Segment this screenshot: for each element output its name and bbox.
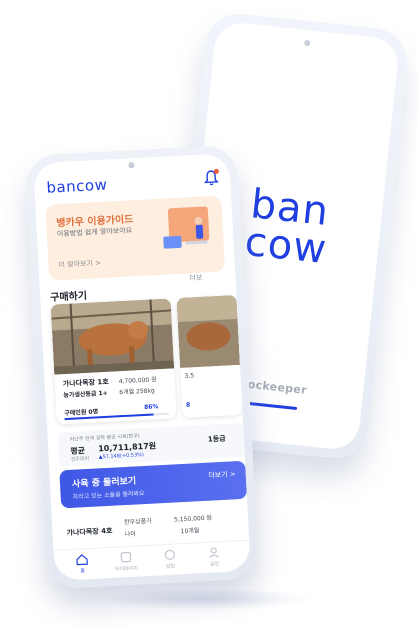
raising-peek-banner[interactable]: 사육 중 둘러보기 자라고 있는 소들을 둘러봐요 더보기 >	[59, 460, 248, 509]
cattle-photo	[176, 294, 241, 369]
market-grade: 1등급	[207, 434, 226, 444]
card-grade: 농가생산등급 1+	[63, 389, 108, 400]
list-item-age: 나이	[124, 530, 136, 539]
cattle-photo	[50, 298, 175, 375]
phone-home: bancow 뱅카우 이용가이드 이용방법 쉽게 알아보아요 더 알아보기 >	[24, 144, 260, 590]
user-icon	[209, 547, 219, 559]
tab-settings-label: 설정	[209, 561, 220, 568]
card-price: 3,5	[184, 372, 195, 380]
card-progress-text: 86%	[143, 403, 159, 411]
peek-subtitle: 자라고 있는 소들을 둘러봐요	[72, 490, 145, 501]
peek-title: 사육 중 둘러보기	[71, 476, 137, 490]
guide-banner[interactable]: 뱅카우 이용가이드 이용방법 쉽게 알아보아요 더 알아보기 >	[45, 195, 226, 281]
market-change: ▲57,148(+0.53%)	[98, 452, 145, 461]
tab-mypage-label: 마이페이지	[114, 565, 139, 573]
card-weight: 6개월 258kg	[119, 387, 155, 397]
front-camera	[303, 39, 311, 47]
guide-more-link[interactable]: 더 알아보기 >	[58, 258, 101, 270]
tab-settings[interactable]: 설정	[194, 545, 235, 568]
tab-home[interactable]: 홈	[62, 552, 103, 575]
front-camera	[128, 162, 135, 169]
cattle-card[interactable]: 가나다목장 1호 농가생산등급 1+ 4,700,000 원 6개월 258kg…	[50, 298, 177, 425]
card-price: 4,700,000 원	[118, 376, 157, 386]
notification-bell-icon[interactable]	[203, 168, 220, 187]
app-logo: bancow	[46, 175, 108, 197]
tab-home-label: 홈	[80, 568, 86, 575]
clock-icon	[164, 549, 175, 560]
list-item-price: 5,150,000 원	[173, 514, 213, 524]
notification-dot	[213, 168, 219, 174]
buy-section-more[interactable]: 더보	[189, 273, 202, 284]
floor-shadow	[95, 588, 315, 610]
home-icon	[76, 554, 88, 566]
list-item-category: 한우상품가	[123, 517, 152, 527]
cattle-card-partial[interactable]: 3,5 8	[176, 294, 243, 418]
home-screen: bancow 뱅카우 이용가이드 이용방법 쉽게 알아보아요 더 알아보기 >	[33, 153, 251, 581]
guide-illustration-icon	[163, 206, 210, 249]
card-buyers: 구매인원 0명	[64, 408, 99, 418]
peek-more-link[interactable]: 더보기 >	[208, 469, 236, 480]
market-sub-label: 전주대비	[70, 455, 90, 463]
market-price-panel: 지난주 전국 경락 평균 시세(한우) 평균 전주대비 10,711,817원 …	[57, 422, 245, 467]
tab-mypage[interactable]: 마이페이지	[106, 550, 147, 573]
card-progress-text: 8	[185, 401, 191, 409]
grid-icon	[120, 551, 132, 563]
tab-alerts[interactable]: 알림	[150, 548, 191, 571]
list-item-months: 10개월	[180, 527, 200, 536]
list-item-name: 가나다목장 4호	[66, 526, 113, 538]
buy-section-title: 구매하기	[49, 290, 88, 304]
tab-alerts-label: 알림	[165, 563, 176, 571]
